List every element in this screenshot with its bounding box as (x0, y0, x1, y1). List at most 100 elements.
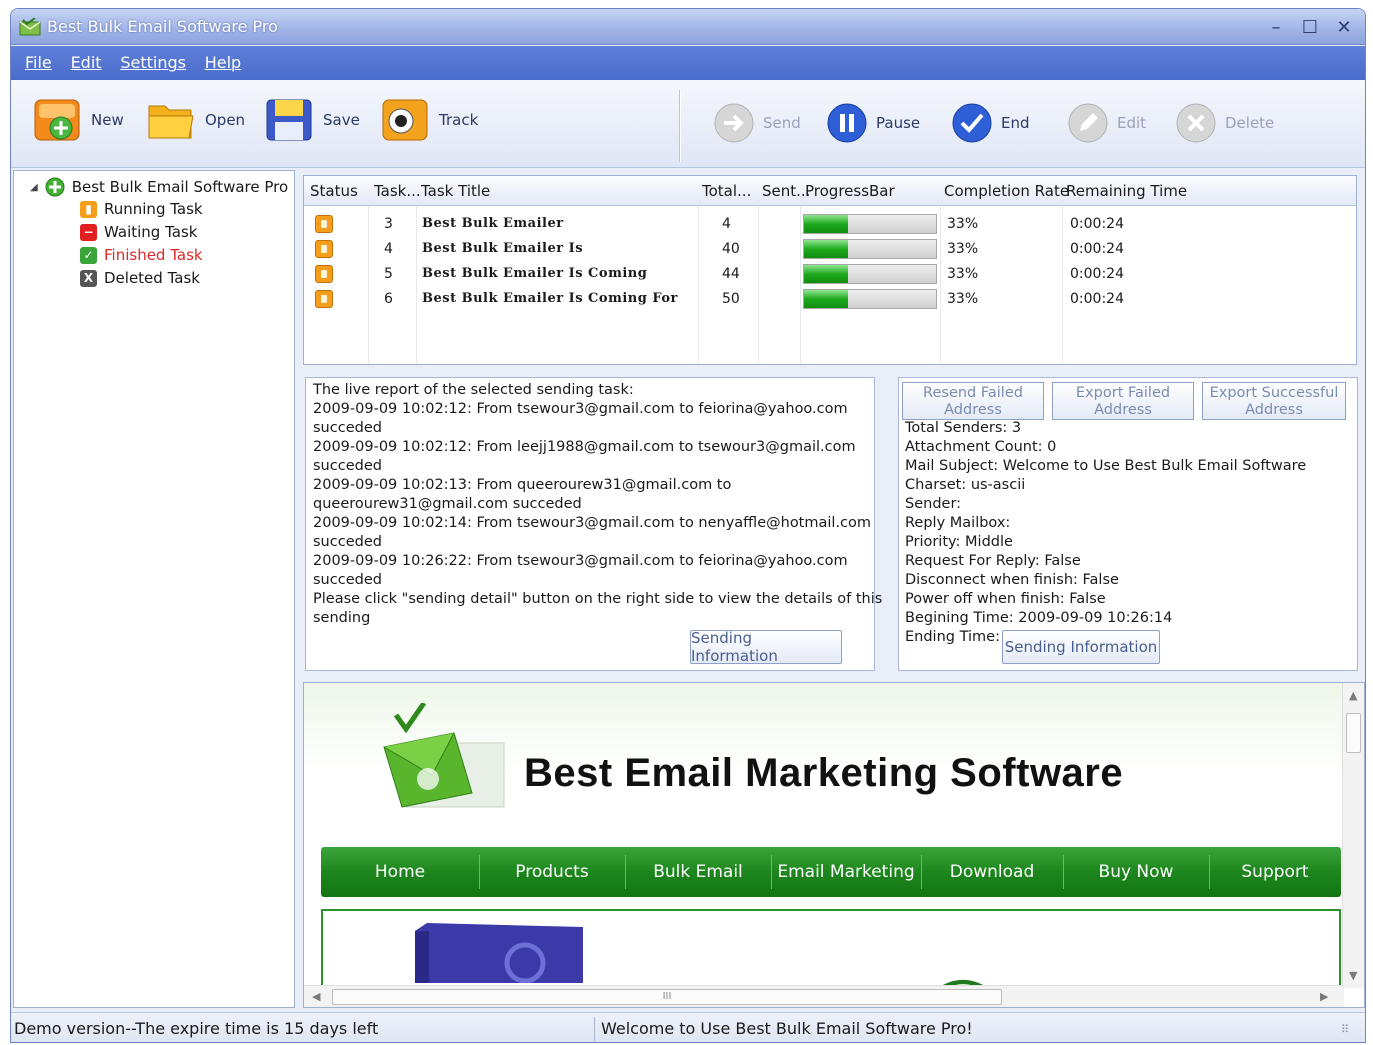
header-remaining-time[interactable]: Remaining Time (1066, 182, 1187, 200)
delete-x-icon (1176, 103, 1216, 143)
tree-item-finished[interactable]: ✓ Finished Task (80, 246, 203, 264)
task-id-cell[interactable]: 6 (384, 291, 393, 307)
export-failed-address-button[interactable]: Export Failed Address (1052, 382, 1194, 420)
edit-button[interactable]: Edit (1067, 102, 1146, 144)
header-progressbar[interactable]: ProgressBar (805, 182, 895, 200)
total-cell[interactable]: 50 (722, 291, 740, 307)
nav-buy-now[interactable]: Buy Now (1063, 847, 1209, 897)
report-line: 2009-09-09 10:02:12: From leejj1988@gmai… (313, 439, 856, 455)
total-cell[interactable]: 44 (722, 266, 740, 282)
scroll-thumb[interactable] (1346, 713, 1361, 753)
tree-item-waiting[interactable]: − Waiting Task (80, 223, 197, 241)
nav-email-marketing[interactable]: Email Marketing (771, 847, 921, 897)
detail-line: Sender: (905, 496, 962, 512)
remaining-time-cell[interactable]: 0:00:24 (1070, 241, 1124, 257)
column-divider (698, 206, 699, 364)
remaining-time-cell[interactable]: 0:00:24 (1070, 216, 1124, 232)
detail-line: Ending Time: (905, 629, 1000, 645)
tree-item-running[interactable]: ▮ Running Task (80, 200, 203, 218)
web-nav-bar: Home Products Bulk Email Email Marketing… (321, 847, 1341, 897)
task-id-cell[interactable]: 4 (384, 241, 393, 257)
completion-rate-cell[interactable]: 33% (947, 291, 978, 307)
total-cell[interactable]: 40 (722, 241, 740, 257)
send-button[interactable]: Send (713, 102, 801, 144)
delete-button[interactable]: Delete (1175, 102, 1274, 144)
close-button[interactable]: ✕ (1333, 17, 1355, 39)
completion-rate-cell[interactable]: 33% (947, 266, 978, 282)
task-id-cell[interactable]: 5 (384, 266, 393, 282)
status-welcome-text: Welcome to Use Best Bulk Email Software … (601, 1019, 973, 1038)
menu-help[interactable]: Help (205, 53, 241, 72)
edit-pencil-icon (1068, 103, 1108, 143)
report-line: 2009-09-09 10:02:14: From tsewour3@gmail… (313, 515, 872, 531)
nav-bulk-email[interactable]: Bulk Email (625, 847, 771, 897)
task-title-cell[interactable]: Best Bulk Emailer Is (422, 241, 583, 256)
header-task-title[interactable]: Task Title (421, 182, 490, 200)
maximize-button[interactable]: ☐ (1299, 17, 1321, 39)
resize-grip-icon[interactable]: ⠿ (1341, 1023, 1349, 1036)
task-title-cell[interactable]: Best Bulk Emailer Is Coming For (422, 291, 678, 306)
scroll-down-icon[interactable]: ▼ (1349, 969, 1357, 982)
collapse-arrow-icon[interactable]: ◢ (30, 182, 38, 193)
scroll-right-icon[interactable]: ▶ (1320, 990, 1328, 1003)
save-button[interactable]: Save (263, 94, 360, 146)
total-cell[interactable]: 4 (722, 216, 731, 232)
report-line: succeded (313, 572, 382, 588)
task-title-cell[interactable]: Best Bulk Emailer Is Coming (422, 266, 647, 281)
task-table: Status Task... Task Title Total... Sent.… (303, 175, 1357, 365)
minimize-button[interactable]: – (1265, 17, 1287, 39)
nav-download[interactable]: Download (921, 847, 1063, 897)
nav-support[interactable]: Support (1209, 847, 1341, 897)
pause-button[interactable]: Pause (826, 102, 920, 144)
horizontal-scrollbar[interactable]: ◀ III ▶ (304, 985, 1344, 1007)
header-status[interactable]: Status (310, 182, 358, 200)
running-status-icon (315, 265, 333, 283)
tree-item-deleted[interactable]: X Deleted Task (80, 269, 200, 287)
detail-line: Begining Time: 2009-09-09 10:26:14 (905, 610, 1173, 626)
scroll-left-icon[interactable]: ◀ (312, 990, 320, 1003)
report-line: 2009-09-09 10:02:12: From tsewour3@gmail… (313, 401, 848, 417)
track-button[interactable]: Track (379, 94, 478, 146)
toolbar-separator (679, 90, 681, 162)
task-id-cell[interactable]: 3 (384, 216, 393, 232)
save-label: Save (323, 111, 360, 129)
remaining-time-cell[interactable]: 0:00:24 (1070, 291, 1124, 307)
remaining-time-cell[interactable]: 0:00:24 (1070, 266, 1124, 282)
menu-settings[interactable]: Settings (120, 53, 186, 72)
detail-line: Priority: Middle (905, 534, 1013, 550)
web-content-box (321, 909, 1341, 988)
completion-rate-cell[interactable]: 33% (947, 216, 978, 232)
web-page: Best Email Marketing Software Home Produ… (304, 683, 1344, 988)
progress-fill (804, 240, 848, 258)
completion-rate-cell[interactable]: 33% (947, 241, 978, 257)
progress-fill (804, 265, 848, 283)
report-line: 2009-09-09 10:26:22: From tsewour3@gmail… (313, 553, 848, 569)
nav-home[interactable]: Home (321, 847, 479, 897)
open-button[interactable]: Open (145, 94, 245, 146)
task-title-cell[interactable]: Best Bulk Emailer (422, 216, 564, 231)
header-total[interactable]: Total... (702, 182, 751, 200)
delete-label: Delete (1225, 114, 1275, 132)
product-box-image (415, 923, 583, 983)
scroll-thumb[interactable]: III (332, 989, 1002, 1005)
tree-root[interactable]: ◢ Best Bulk Email Software Pro (30, 177, 288, 197)
scroll-up-icon[interactable]: ▲ (1349, 689, 1357, 702)
header-completion-rate[interactable]: Completion Rate (944, 182, 1069, 200)
column-divider (758, 206, 759, 364)
menu-file[interactable]: File (25, 53, 52, 72)
vertical-scrollbar[interactable]: ▲ ▼ (1342, 683, 1364, 988)
table-header: Status Task... Task Title Total... Sent.… (304, 176, 1356, 206)
header-sent[interactable]: Sent... (762, 182, 810, 200)
resend-failed-address-button[interactable]: Resend Failed Address (902, 382, 1044, 420)
progress-fill (804, 215, 848, 233)
sending-information-button[interactable]: Sending Information (690, 629, 842, 665)
nav-products[interactable]: Products (479, 847, 625, 897)
menu-edit[interactable]: Edit (71, 53, 102, 72)
sending-information-button[interactable]: Sending Information (1002, 630, 1160, 664)
end-button[interactable]: End (951, 102, 1030, 144)
new-button[interactable]: New (31, 94, 124, 146)
export-successful-address-button[interactable]: Export Successful Address (1202, 382, 1346, 420)
track-icon (382, 99, 428, 141)
app-logo-icon (19, 18, 41, 36)
header-task-id[interactable]: Task... (374, 182, 421, 200)
